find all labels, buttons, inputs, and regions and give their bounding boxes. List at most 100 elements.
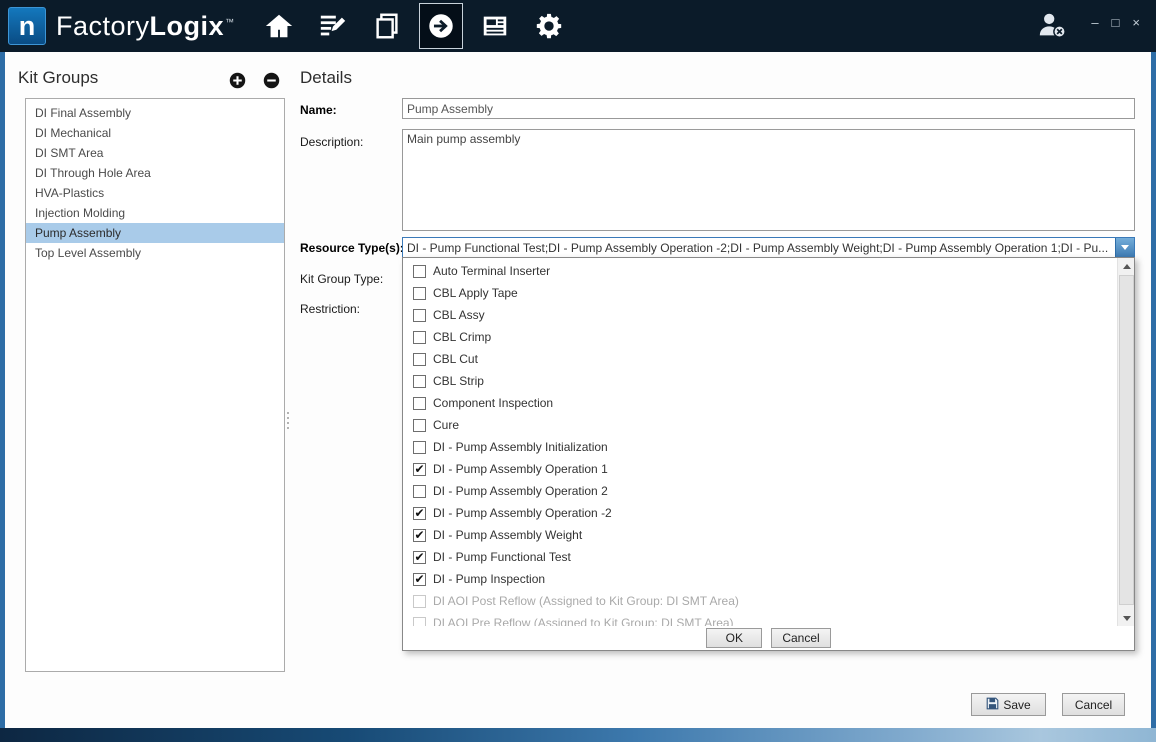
add-kit-group-button[interactable] xyxy=(229,72,246,89)
kit-group-item[interactable]: DI Through Hole Area xyxy=(26,163,284,183)
unchecked-checkbox-icon xyxy=(413,595,426,608)
details-title: Details xyxy=(300,68,352,88)
unchecked-checkbox-icon[interactable] xyxy=(413,485,426,498)
scroll-down-icon[interactable] xyxy=(1118,610,1135,626)
kit-groups-toolbar xyxy=(229,72,280,89)
unchecked-checkbox-icon[interactable] xyxy=(413,353,426,366)
unchecked-checkbox-icon[interactable] xyxy=(413,375,426,388)
resource-option-label: Component Inspection xyxy=(433,396,553,410)
unchecked-checkbox-icon xyxy=(413,617,426,627)
documents-icon[interactable] xyxy=(365,3,409,49)
unchecked-checkbox-icon[interactable] xyxy=(413,309,426,322)
save-button[interactable]: Save xyxy=(971,693,1046,716)
ok-button[interactable]: OK xyxy=(706,628,762,648)
resource-option-label: CBL Cut xyxy=(433,352,478,366)
resource-option-label: DI - Pump Assembly Weight xyxy=(433,528,582,542)
unchecked-checkbox-icon[interactable] xyxy=(413,287,426,300)
unchecked-checkbox-icon[interactable] xyxy=(413,331,426,344)
unchecked-checkbox-icon[interactable] xyxy=(413,419,426,432)
resource-option-label: CBL Strip xyxy=(433,374,484,388)
resource-option-label: DI - Pump Functional Test xyxy=(433,550,571,564)
resource-option-label: DI - Pump Assembly Operation 2 xyxy=(433,484,608,498)
save-icon xyxy=(986,697,999,713)
kit-group-item[interactable]: DI Mechanical xyxy=(26,123,284,143)
resource-types-combobox[interactable]: DI - Pump Functional Test;DI - Pump Asse… xyxy=(402,237,1135,258)
resource-option[interactable]: CBL Cut xyxy=(403,348,1134,370)
checked-checkbox-icon[interactable]: ✔ xyxy=(413,529,426,542)
content-area: Kit Groups DI Final AssemblyDI Mechanica… xyxy=(5,52,1151,728)
resource-option[interactable]: ✔ DI - Pump Inspection xyxy=(403,568,1134,590)
resource-options-list: Auto Terminal Inserter CBL Apply Tape CBL … xyxy=(403,258,1134,626)
remove-kit-group-button[interactable] xyxy=(263,72,280,89)
operations-icon[interactable] xyxy=(419,3,463,49)
checked-checkbox-icon[interactable]: ✔ xyxy=(413,573,426,586)
kit-group-item[interactable]: Pump Assembly xyxy=(26,223,284,243)
resource-option-label: DI AOI Pre Reflow (Assigned to Kit Group… xyxy=(433,616,734,626)
kit-group-item[interactable]: Injection Molding xyxy=(26,203,284,223)
splitter-handle[interactable] xyxy=(287,412,289,429)
resource-option[interactable]: ✔DI - Pump Assembly Operation -2 xyxy=(403,502,1134,524)
resource-option[interactable]: Component Inspection xyxy=(403,392,1134,414)
minimize-button[interactable]: – xyxy=(1091,16,1098,29)
resource-option-label: DI - Pump Assembly Operation 1 xyxy=(433,462,608,476)
resource-option-label: DI AOI Post Reflow (Assigned to Kit Grou… xyxy=(433,594,739,608)
resource-types-value: DI - Pump Functional Test;DI - Pump Asse… xyxy=(403,238,1115,257)
chevron-down-icon[interactable] xyxy=(1115,238,1134,257)
description-input[interactable]: Main pump assembly xyxy=(402,129,1135,231)
resource-option[interactable]: Cure xyxy=(403,414,1134,436)
resource-option-label: Cure xyxy=(433,418,459,432)
resource-option[interactable]: ✔ DI - Pump Functional Test xyxy=(403,546,1134,568)
user-disconnect-icon[interactable] xyxy=(1036,10,1068,45)
resource-option-label: DI - Pump Inspection xyxy=(433,572,545,586)
resource-option[interactable]: CBL Assy xyxy=(403,304,1134,326)
unchecked-checkbox-icon[interactable] xyxy=(413,265,426,278)
resource-option[interactable]: Auto Terminal Inserter xyxy=(403,260,1134,282)
description-label: Description: xyxy=(300,135,363,149)
checked-checkbox-icon[interactable]: ✔ xyxy=(413,551,426,564)
window-controls: – □ × xyxy=(1091,16,1140,29)
name-input[interactable] xyxy=(402,98,1135,119)
work-instructions-icon[interactable] xyxy=(311,3,355,49)
scrollbar-thumb[interactable] xyxy=(1119,275,1134,605)
settings-gear-icon[interactable] xyxy=(527,3,571,49)
scrollbar[interactable] xyxy=(1117,258,1134,626)
resource-option[interactable]: DI - Pump Assembly Initialization xyxy=(403,436,1134,458)
scroll-up-icon[interactable] xyxy=(1118,258,1135,274)
maximize-button[interactable]: □ xyxy=(1112,16,1120,29)
kit-groups-list: DI Final AssemblyDI MechanicalDI SMT Are… xyxy=(25,98,285,672)
checked-checkbox-icon[interactable]: ✔ xyxy=(413,507,426,520)
kit-groups-title: Kit Groups xyxy=(18,68,98,88)
window-bottom-edge xyxy=(0,728,1156,742)
dropdown-cancel-button[interactable]: Cancel xyxy=(771,628,830,648)
resource-option-label: Auto Terminal Inserter xyxy=(433,264,550,278)
resource-option[interactable]: ✔ DI - Pump Assembly Operation 1 xyxy=(403,458,1134,480)
logo-letter: n xyxy=(19,11,36,42)
kit-group-item[interactable]: DI SMT Area xyxy=(26,143,284,163)
cancel-button[interactable]: Cancel xyxy=(1062,693,1125,716)
resource-option-label: DI - Pump Assembly Initialization xyxy=(433,440,608,454)
kit-group-item[interactable]: DI Final Assembly xyxy=(26,103,284,123)
resource-option-label: CBL Apply Tape xyxy=(433,286,518,300)
resource-types-label: Resource Type(s): xyxy=(300,241,404,255)
restriction-label: Restriction: xyxy=(300,302,360,316)
kit-group-item[interactable]: HVA-Plastics xyxy=(26,183,284,203)
name-label: Name: xyxy=(300,103,337,117)
dropdown-button-row: OK Cancel xyxy=(403,626,1134,650)
resource-option[interactable]: CBL Crimp xyxy=(403,326,1134,348)
resource-option[interactable]: DI - Pump Assembly Operation 2 xyxy=(403,480,1134,502)
resource-types-dropdown: Auto Terminal Inserter CBL Apply Tape CBL … xyxy=(402,257,1135,651)
kit-group-type-label: Kit Group Type: xyxy=(300,272,383,286)
home-icon[interactable] xyxy=(257,3,301,49)
resource-option[interactable]: ✔ DI - Pump Assembly Weight xyxy=(403,524,1134,546)
brand-wordmark: FactoryLogix™ xyxy=(56,11,235,42)
main-nav xyxy=(257,3,571,49)
resource-option[interactable]: CBL Apply Tape xyxy=(403,282,1134,304)
kit-group-item[interactable]: Top Level Assembly xyxy=(26,243,284,263)
resource-option[interactable]: CBL Strip xyxy=(403,370,1134,392)
close-button[interactable]: × xyxy=(1132,16,1140,29)
app-logo: n xyxy=(8,7,46,45)
unchecked-checkbox-icon[interactable] xyxy=(413,397,426,410)
checked-checkbox-icon[interactable]: ✔ xyxy=(413,463,426,476)
unchecked-checkbox-icon[interactable] xyxy=(413,441,426,454)
reports-icon[interactable] xyxy=(473,3,517,49)
